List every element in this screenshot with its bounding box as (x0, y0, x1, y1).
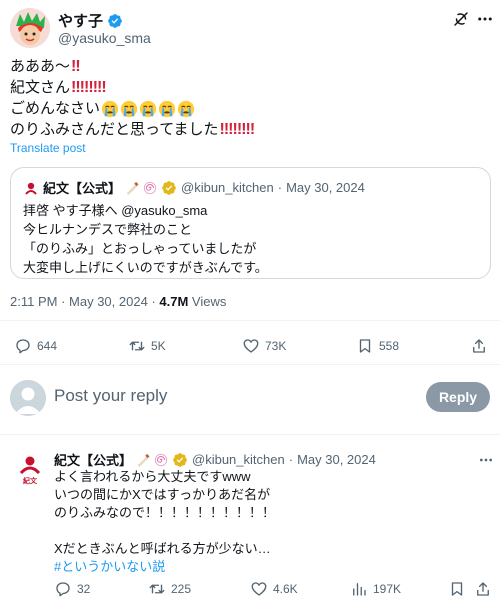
post-date[interactable]: May 30, 2024 (69, 294, 148, 309)
repost-count: 225 (171, 582, 192, 596)
heart-icon (243, 339, 259, 353)
grok-icon[interactable] (452, 10, 470, 28)
author-avatar[interactable] (10, 8, 50, 48)
reply-more-options-icon[interactable] (478, 452, 494, 468)
post-line: あああ〜 ‼ (10, 58, 81, 75)
bookmark-icon (359, 339, 371, 353)
dot-separator: · (288, 452, 294, 467)
divider (0, 320, 500, 321)
reply-icon (16, 339, 30, 354)
bookmark-count: 558 (379, 339, 400, 353)
reply-post-text: よく言われるから大丈夫ですwww いつの間にかXではすっかりあだ名が のりふみな… (54, 469, 276, 576)
reply-count: 32 (77, 582, 91, 596)
kibun-logo-text: 紀文 (23, 476, 38, 485)
quoted-post-header: 紀文【公式】 @kibun_kitchen · May 30, 2024 (23, 178, 365, 197)
reply-author-avatar[interactable]: 紀文 (10, 449, 50, 489)
fish-cake-emoji (125, 181, 139, 195)
post-meta: 2:11 PM · May 30, 2024 · 4.7M Views (10, 294, 227, 309)
naruto-emoji (154, 453, 168, 467)
reply-action[interactable]: 32 (54, 580, 90, 598)
quoted-post-card[interactable]: 紀文【公式】 @kibun_kitchen · May 30, 2024 拝啓 … (10, 167, 491, 279)
heart-icon (251, 582, 267, 596)
share-icon (477, 582, 489, 596)
like-action[interactable]: 4.6K (250, 580, 298, 598)
verified-gold-badge-icon (161, 180, 177, 196)
quoted-author-handle[interactable]: @kibun_kitchen (181, 180, 274, 195)
repost-icon (129, 341, 145, 351)
reply-post-date[interactable]: May 30, 2024 (297, 452, 376, 467)
translate-post-link[interactable]: Translate post (10, 141, 86, 155)
share-action[interactable] (470, 337, 488, 355)
quoted-author-name[interactable]: 紀文【公式】 (43, 178, 121, 197)
double-exclamation-emoji: ‼ (71, 58, 81, 75)
reply-button[interactable]: Reply (426, 382, 490, 412)
double-exclamation-emoji: ‼‼‼‼ (219, 121, 256, 138)
views-action[interactable]: 197K (350, 580, 401, 598)
views-count: 197K (373, 582, 402, 596)
crying-face-emoji (101, 100, 119, 118)
crying-face-emoji (158, 100, 176, 118)
repost-action[interactable]: 5K (128, 337, 166, 355)
repost-count: 5K (151, 339, 166, 353)
reply-input[interactable]: Post your reply (54, 386, 167, 406)
reply-action[interactable]: 644 (14, 337, 57, 355)
post-line: 紀文さん ‼‼‼‼ (10, 79, 107, 96)
reply-icon (56, 582, 70, 597)
reply-author-handle[interactable]: @kibun_kitchen (192, 452, 285, 467)
like-count: 4.6K (273, 582, 298, 596)
like-action[interactable]: 73K (242, 337, 286, 355)
reply-count: 644 (37, 339, 58, 353)
divider (0, 364, 500, 365)
quoted-post-date[interactable]: May 30, 2024 (286, 180, 365, 195)
fish-cake-emoji (136, 453, 150, 467)
bookmark-icon (451, 582, 463, 596)
verified-gold-badge-icon (172, 452, 188, 468)
post-line: ごめんなさい (10, 98, 254, 119)
double-exclamation-emoji: ‼‼‼‼ (71, 79, 107, 96)
like-count: 73K (265, 339, 287, 353)
views-count: 4.7M (159, 294, 189, 309)
author-name[interactable]: やす子 (58, 10, 103, 31)
views-chart-icon (353, 583, 366, 596)
reply-author-name[interactable]: 紀文【公式】 (54, 450, 132, 469)
author-name-row[interactable]: やす子 (58, 10, 123, 31)
quoted-post-text: 拝啓 やす子様へ @yasuko_sma 今ヒルナンデスで弊社のこと 「のりふみ… (23, 203, 268, 275)
dot-separator: · (277, 180, 283, 195)
reply-post-header: 紀文【公式】 @kibun_kitchen · May 30, 2024 (54, 450, 376, 469)
crying-face-emoji (139, 100, 157, 118)
crying-face-emoji (177, 100, 195, 118)
views-label: Views (191, 294, 227, 309)
verified-badge-icon (107, 13, 123, 29)
repost-icon (149, 584, 165, 594)
bookmark-action[interactable]: 558 (356, 337, 399, 355)
current-user-avatar[interactable] (10, 380, 46, 416)
kibun-logo-icon (23, 180, 39, 196)
share-action[interactable] (474, 580, 492, 598)
post-line: のりふみさんだと思ってました ‼‼‼‼ (10, 121, 256, 138)
crying-face-emoji (120, 100, 138, 118)
author-handle[interactable]: @yasuko_sma (58, 30, 151, 46)
share-icon (473, 339, 485, 353)
naruto-emoji (143, 181, 157, 195)
repost-action[interactable]: 225 (148, 580, 191, 598)
bookmark-action[interactable] (448, 580, 466, 598)
more-options-icon[interactable] (476, 10, 494, 28)
hashtag-link[interactable]: #というかいない説 (54, 558, 275, 576)
post-text: あああ〜 ‼ 紀文さん ‼‼‼‼ ごめんなさい のりふみさんだと思ってました ‼… (10, 56, 256, 140)
post-time[interactable]: 2:11 PM (10, 294, 57, 309)
divider (0, 434, 500, 435)
